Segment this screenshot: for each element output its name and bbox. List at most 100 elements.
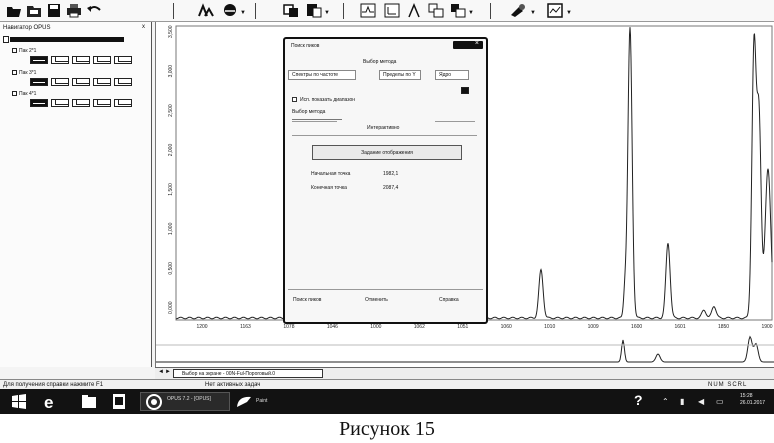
subtract-icon[interactable]: [450, 3, 466, 18]
status-indicators: NUM SCRL: [708, 382, 748, 388]
spectrum-block[interactable]: [114, 99, 132, 107]
end-point-label: Конечная точка: [311, 185, 347, 191]
start-point-value[interactable]: 1982,1: [383, 171, 398, 177]
windows-start-icon[interactable]: [10, 392, 28, 411]
spectrum-tab-bar: ◄ ► Выбор на экране - 00N-Ful-Пороговый.…: [155, 367, 774, 379]
x-tick-label: 1850: [718, 324, 729, 330]
open-file-icon[interactable]: [26, 3, 42, 18]
x-tick-label: 1062: [414, 324, 425, 330]
baseline-icon[interactable]: [360, 3, 376, 18]
status-task-text: Нет активных задач: [205, 382, 261, 388]
method-select-field[interactable]: [292, 111, 342, 120]
spectrum-block[interactable]: [93, 78, 111, 86]
x-tick-label: 1078: [283, 324, 294, 330]
x-tick-label: 1163: [240, 324, 251, 330]
x-tick-label: 1046: [327, 324, 338, 330]
start-point-label: Начальная точка: [311, 171, 351, 177]
navigator-root-item[interactable]: [10, 37, 124, 42]
save-icon[interactable]: [46, 3, 62, 18]
folder-icon: [12, 70, 17, 76]
opus-window: ▼ ▼ ▼ ▼ ▼ Навигатор OPUS x Пак 2*1 Пак 3…: [0, 0, 774, 398]
spectrum-block[interactable]: [114, 56, 132, 64]
spectrum-block[interactable]: [30, 78, 48, 86]
paint-app-icon: [237, 396, 251, 407]
spectrum-block[interactable]: [51, 56, 69, 64]
spectrum-block[interactable]: [72, 99, 90, 107]
freq-tab-select[interactable]: Спектры по частоте: [288, 70, 356, 80]
keyboard-tray-icon[interactable]: ▭: [716, 397, 724, 406]
spectrum-block[interactable]: [93, 56, 111, 64]
y-tick-label: 0,000: [168, 301, 174, 314]
cursor-icon[interactable]: [406, 3, 422, 18]
properties-icon[interactable]: [510, 3, 526, 18]
x-tick-label: 1000: [370, 324, 381, 330]
spectrum-block[interactable]: [30, 56, 48, 64]
display-set-button[interactable]: Задание отображения: [312, 145, 462, 160]
taskbar-opus-app[interactable]: OPUS 7.2 - [OPUS]: [140, 392, 230, 411]
x-tick-label: 1601: [675, 324, 686, 330]
spectrum-block[interactable]: [72, 78, 90, 86]
print-icon[interactable]: [66, 3, 82, 18]
nav-file-3[interactable]: Пак 4*1: [12, 91, 36, 97]
windows-taskbar: e OPUS 7.2 - [OPUS] Paint ? ⌃ ▮ ◀ ▭ 15:2…: [0, 389, 774, 414]
dialog-close-button[interactable]: ×: [453, 40, 483, 49]
show-range-checkbox[interactable]: [292, 97, 297, 102]
tab-scroll-left-icon[interactable]: ◄: [158, 369, 164, 375]
y-tick-label: 2,500: [168, 104, 174, 117]
x-tick-label: 1900: [761, 324, 772, 330]
x-tick-label: 1600: [631, 324, 642, 330]
undo-icon[interactable]: [86, 3, 102, 18]
y-axis: 3,500 3,000 2,500 2,000 1,500 1,000 0,500 0,000: [168, 25, 174, 314]
y-tick-label: 2,000: [168, 144, 174, 157]
open-folder-icon[interactable]: [6, 3, 22, 18]
find-peaks-button[interactable]: Поиск пиков: [293, 297, 321, 303]
x-tick-label: 1009: [588, 324, 599, 330]
help-button[interactable]: Справка: [439, 297, 459, 303]
method-header: Выбор метода: [363, 59, 397, 65]
options-checkbox[interactable]: [461, 87, 469, 94]
tab-scroll-right-icon[interactable]: ►: [165, 369, 171, 375]
spectrum-block[interactable]: [72, 56, 90, 64]
tree-collapse-icon[interactable]: [3, 36, 9, 43]
x-axis: 1200 1163 1078 1046 1000 1062 1051 1060 1010 1009…: [196, 324, 772, 330]
show-range-label: Исп. показать диапазон: [300, 97, 356, 103]
tab-spectrum-window[interactable]: Выбор на экране - 00N-Ful-Пороговый.0: [173, 369, 323, 378]
x-tick-label: 1010: [544, 324, 555, 330]
spectrum-block[interactable]: [51, 78, 69, 86]
file-explorer-icon[interactable]: [80, 392, 98, 411]
figure-caption: Рисунок 15: [339, 418, 435, 440]
navigator-close-icon[interactable]: x: [142, 24, 145, 30]
close-icon: ×: [474, 40, 479, 47]
display-settings-icon[interactable]: [547, 3, 563, 18]
paste-spectrum-icon[interactable]: [306, 3, 322, 18]
spectrum-block[interactable]: [30, 99, 48, 107]
peak-pick-icon[interactable]: [198, 3, 214, 18]
status-bar: Для получения справки нажмите F1 Нет акт…: [0, 379, 774, 389]
spectrum-block[interactable]: [93, 99, 111, 107]
zoom-region-icon[interactable]: [384, 3, 400, 18]
volume-tray-icon[interactable]: ◀: [698, 397, 704, 406]
taskbar-clock[interactable]: 15:28 26.01.2017: [740, 393, 765, 407]
spectrum-block[interactable]: [51, 99, 69, 107]
y-tick-label: 1,500: [168, 183, 174, 196]
cancel-button[interactable]: Отменить: [365, 297, 388, 303]
core-tab-select[interactable]: Ядро: [435, 70, 469, 80]
opus-app-icon: [146, 394, 162, 410]
folder-icon: [12, 48, 17, 54]
taskbar-paint-app[interactable]: Paint: [232, 392, 292, 411]
navigator-title: Навигатор OPUS: [3, 25, 51, 31]
network-tray-icon[interactable]: ▮: [680, 397, 684, 406]
compare-icon[interactable]: [428, 3, 444, 18]
nav-file-1[interactable]: Пак 2*1: [12, 48, 36, 54]
overview-spectrum-line: [156, 335, 774, 363]
end-point-value[interactable]: 2087,4: [383, 185, 398, 191]
document-icon[interactable]: [110, 392, 128, 411]
spectrum-block[interactable]: [114, 78, 132, 86]
help-tray-icon[interactable]: ?: [634, 392, 643, 408]
ylimit-tab-select[interactable]: Пределы по Y: [379, 70, 421, 80]
copy-spectrum-icon[interactable]: [283, 3, 299, 18]
edge-browser-icon[interactable]: e: [42, 392, 60, 411]
tray-chevron-icon[interactable]: ⌃: [662, 397, 669, 406]
integration-icon[interactable]: [222, 3, 238, 18]
nav-file-2[interactable]: Пак 3*1: [12, 70, 36, 76]
